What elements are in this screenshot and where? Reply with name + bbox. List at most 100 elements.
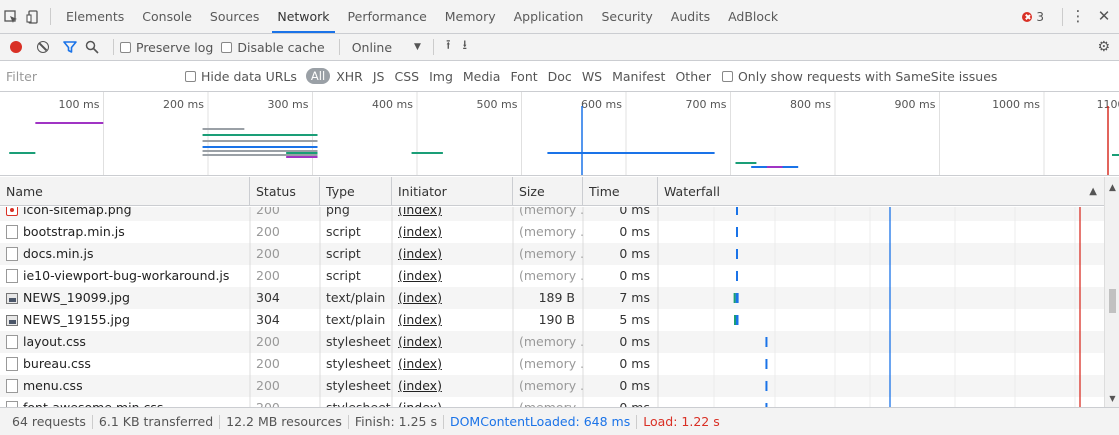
column-header-initiator[interactable]: Initiator bbox=[392, 177, 513, 206]
timeline-overview[interactable]: 100 ms 200 ms 300 ms 400 ms 500 ms 600 ms 700 … bbox=[0, 92, 1119, 176]
cell-time: 0 ms bbox=[619, 378, 650, 393]
type-filter-font[interactable]: Font bbox=[506, 67, 541, 86]
scrollbar-thumb[interactable] bbox=[1109, 289, 1116, 313]
transferred-size: 6.1 KB transferred bbox=[98, 414, 214, 429]
file-icon bbox=[6, 225, 18, 239]
cell-name: font-awesome.min.css bbox=[0, 397, 250, 407]
export-har-icon[interactable]: ⭳ bbox=[463, 36, 468, 58]
hide-data-urls-checkbox[interactable]: Hide data URLs bbox=[185, 69, 297, 84]
table-row[interactable]: menu.css 200 stylesheet(index) (memory ... 0… bbox=[0, 375, 1104, 397]
column-header-time[interactable]: Time bbox=[583, 177, 658, 206]
preserve-log-checkbox[interactable]: Preserve log bbox=[120, 40, 213, 55]
samesite-checkbox[interactable]: Only show requests with SameSite issues bbox=[721, 69, 997, 84]
tab-network[interactable]: Network bbox=[268, 0, 338, 33]
tab-audits[interactable]: Audits bbox=[662, 0, 719, 33]
table-row[interactable]: NEWS_19155.jpg 304 text/plain (index) 190 B 5… bbox=[0, 309, 1104, 331]
table-row[interactable]: NEWS_19099.jpg 304 text/plain (index) 189 B 7… bbox=[0, 287, 1104, 309]
cell-status: 200 bbox=[256, 334, 280, 349]
tab-performance[interactable]: Performance bbox=[339, 0, 436, 33]
table-row[interactable]: icon-sitemap.png 200 png (index) (memory ...… bbox=[0, 207, 1104, 221]
filter-input[interactable] bbox=[0, 66, 185, 86]
type-filter-css[interactable]: CSS bbox=[390, 67, 423, 86]
tab-adblock[interactable]: AdBlock bbox=[719, 0, 787, 33]
gear-icon[interactable]: ⚙ bbox=[1097, 39, 1110, 55]
cell-size: (memory ... bbox=[519, 224, 583, 239]
type-filter-other[interactable]: Other bbox=[671, 67, 715, 86]
cell-initiator[interactable]: (index) bbox=[392, 375, 513, 397]
tab-console[interactable]: Console bbox=[133, 0, 201, 33]
checkbox-box[interactable] bbox=[221, 41, 233, 53]
search-icon[interactable] bbox=[85, 40, 99, 54]
scroll-up-icon[interactable]: ▲ bbox=[1105, 183, 1119, 193]
column-header-waterfall[interactable]: Waterfall bbox=[658, 177, 1104, 206]
cell-status: 304 bbox=[256, 312, 280, 327]
record-icon[interactable] bbox=[10, 41, 22, 53]
requests-table: Name Status Type Initiator Size Time Wat… bbox=[0, 177, 1104, 407]
more-options-icon[interactable]: ⋮ bbox=[1069, 9, 1087, 24]
table-row[interactable]: ie10-viewport-bug-workaround.js 200 script… bbox=[0, 265, 1104, 287]
throttling-select[interactable]: Online ▼ bbox=[346, 40, 427, 55]
type-filter-all[interactable]: All bbox=[305, 68, 331, 84]
cell-initiator[interactable]: (index) bbox=[392, 287, 513, 309]
cell-time: 0 ms bbox=[619, 356, 650, 371]
column-header-type[interactable]: Type bbox=[320, 177, 392, 206]
scroll-down-icon[interactable]: ▼ bbox=[1105, 394, 1119, 403]
table-row[interactable]: font-awesome.min.css 200stylesheet(index)… bbox=[0, 397, 1104, 407]
cell-initiator[interactable]: (index) bbox=[392, 207, 513, 221]
type-filter-js[interactable]: JS bbox=[369, 67, 389, 86]
table-row[interactable]: layout.css 200 stylesheet(index) (memory ..… bbox=[0, 331, 1104, 353]
type-filter-img[interactable]: Img bbox=[425, 67, 457, 86]
sort-ascending-icon[interactable]: ▲ bbox=[1089, 177, 1097, 206]
type-filter-media[interactable]: Media bbox=[459, 67, 505, 86]
checkbox-box[interactable] bbox=[185, 70, 196, 82]
tab-elements[interactable]: Elements bbox=[57, 0, 133, 33]
cell-initiator[interactable]: (index) bbox=[392, 353, 513, 375]
table-header: Name Status Type Initiator Size Time Wat… bbox=[0, 177, 1104, 206]
devtools-tabbar: Elements Console Sources Network Perform… bbox=[0, 0, 1119, 34]
filter-funnel-icon[interactable] bbox=[63, 40, 77, 54]
tab-application[interactable]: Application bbox=[505, 0, 593, 33]
table-row[interactable]: docs.min.js 200 script (index) (memory ... 0 … bbox=[0, 243, 1104, 265]
cell-initiator[interactable]: (index) bbox=[392, 331, 513, 353]
cell-name: ie10-viewport-bug-workaround.js bbox=[0, 265, 250, 287]
overview-request-bar bbox=[286, 156, 318, 158]
tab-memory[interactable]: Memory bbox=[436, 0, 505, 33]
table-scrollbar[interactable]: ▲ ▼ bbox=[1104, 177, 1119, 407]
tabbar-right: 3 ⋮ ✕ bbox=[1022, 0, 1119, 33]
checkbox-box[interactable] bbox=[120, 41, 131, 53]
cell-initiator[interactable]: (index) bbox=[392, 397, 513, 407]
type-filter-ws[interactable]: WS bbox=[578, 67, 606, 86]
inspect-element-icon[interactable] bbox=[0, 0, 22, 33]
column-header-status[interactable]: Status bbox=[250, 177, 320, 206]
tab-sources[interactable]: Sources bbox=[201, 0, 268, 33]
table-row[interactable]: bureau.css 200 stylesheet(index) (memory ..… bbox=[0, 353, 1104, 375]
column-header-name[interactable]: Name bbox=[0, 177, 250, 206]
cell-type: script bbox=[326, 246, 361, 261]
request-name: bootstrap.min.js bbox=[23, 224, 125, 239]
request-name: icon-sitemap.png bbox=[23, 207, 132, 217]
file-icon bbox=[6, 357, 18, 371]
tab-security[interactable]: Security bbox=[592, 0, 661, 33]
request-name: NEWS_19099.jpg bbox=[23, 290, 130, 305]
disable-cache-checkbox[interactable]: Disable cache bbox=[221, 40, 325, 55]
toolbar-divider bbox=[338, 39, 340, 55]
close-devtools-icon[interactable]: ✕ bbox=[1095, 9, 1113, 24]
cell-initiator[interactable]: (index) bbox=[392, 221, 513, 243]
column-header-size[interactable]: Size bbox=[513, 177, 583, 206]
type-filter-doc[interactable]: Doc bbox=[544, 67, 576, 86]
table-row[interactable]: bootstrap.min.js 200 script (index) (memory … bbox=[0, 221, 1104, 243]
import-har-icon[interactable]: ⭱ bbox=[446, 36, 451, 58]
device-toolbar-icon[interactable] bbox=[22, 0, 44, 33]
error-counter[interactable]: 3 bbox=[1022, 10, 1056, 24]
cell-initiator[interactable]: (index) bbox=[392, 243, 513, 265]
type-filter-xhr[interactable]: XHR bbox=[332, 67, 367, 86]
cell-time: 0 ms bbox=[619, 334, 650, 349]
clear-icon[interactable] bbox=[37, 41, 49, 53]
overview-request-bar bbox=[202, 150, 318, 152]
image-file-icon bbox=[6, 292, 18, 304]
cell-initiator[interactable]: (index) bbox=[392, 265, 513, 287]
cell-initiator[interactable]: (index) bbox=[392, 309, 513, 331]
checkbox-box[interactable] bbox=[721, 70, 733, 82]
type-filter-manifest[interactable]: Manifest bbox=[608, 67, 669, 86]
cell-time: 7 ms bbox=[619, 290, 650, 305]
